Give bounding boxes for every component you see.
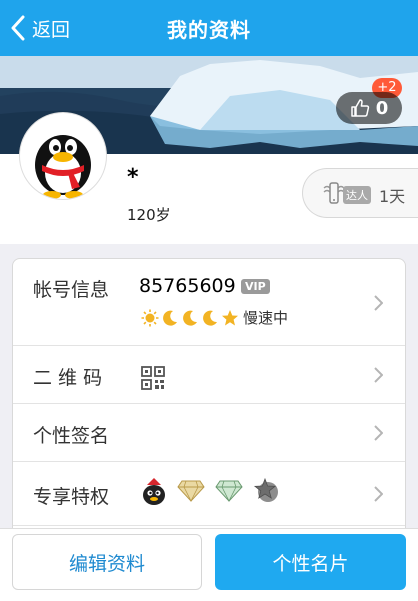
penguin-badge-icon[interactable] bbox=[141, 476, 167, 506]
row-label: 二 维 码 bbox=[33, 367, 103, 389]
level-indicator: 慢速中 bbox=[141, 307, 288, 328]
row-label: 帐号信息 bbox=[33, 279, 110, 301]
chevron-right-icon bbox=[374, 367, 383, 383]
speed-status: 慢速中 bbox=[243, 309, 289, 327]
chevron-right-icon bbox=[374, 295, 383, 311]
penguin-avatar-icon bbox=[35, 135, 91, 199]
info-list: 帐号信息 85765609 VIP 慢速中 二 维 码 个性签名 专享特权 bbox=[12, 258, 406, 548]
privileges-row[interactable]: 专享特权 bbox=[13, 462, 405, 526]
privilege-icons bbox=[141, 476, 291, 506]
account-info-row[interactable]: 帐号信息 85765609 VIP 慢速中 bbox=[13, 259, 405, 346]
chevron-right-icon bbox=[374, 486, 383, 502]
chevron-right-icon bbox=[374, 425, 383, 441]
winged-phone-icon bbox=[323, 182, 345, 204]
signature-row[interactable]: 个性签名 bbox=[13, 404, 405, 462]
account-number: 85765609 bbox=[139, 275, 236, 297]
row-label: 个性签名 bbox=[33, 425, 110, 447]
sun-icon bbox=[141, 309, 159, 326]
star-icon bbox=[222, 309, 238, 325]
star-medal-icon[interactable] bbox=[253, 478, 281, 504]
avatar[interactable] bbox=[20, 113, 106, 199]
qr-code-icon bbox=[141, 366, 165, 390]
qrcode-row[interactable]: 二 维 码 bbox=[13, 346, 405, 404]
daren-tag: 达人 bbox=[343, 186, 371, 204]
like-count: 0 bbox=[375, 97, 389, 119]
daren-badge[interactable]: 达人 1天 bbox=[302, 168, 418, 218]
green-diamond-icon[interactable] bbox=[215, 480, 243, 502]
nickname: * bbox=[127, 165, 139, 190]
edit-profile-button[interactable]: 编辑资料 bbox=[12, 534, 202, 590]
personal-card-button[interactable]: 个性名片 bbox=[215, 534, 406, 590]
navigation-bar: 返回 我的资料 bbox=[0, 0, 418, 56]
moon-icon bbox=[183, 310, 197, 326]
thumbs-up-icon bbox=[350, 99, 369, 117]
moon-icon bbox=[203, 310, 217, 326]
page-title: 我的资料 bbox=[167, 18, 251, 42]
age-text: 120岁 bbox=[127, 206, 171, 224]
like-button[interactable]: 0 bbox=[336, 92, 402, 124]
moon-icon bbox=[163, 310, 177, 326]
daren-days: 1天 bbox=[379, 187, 406, 206]
gold-diamond-icon[interactable] bbox=[177, 480, 205, 502]
vip-badge: VIP bbox=[241, 279, 270, 294]
row-label: 专享特权 bbox=[33, 486, 110, 508]
